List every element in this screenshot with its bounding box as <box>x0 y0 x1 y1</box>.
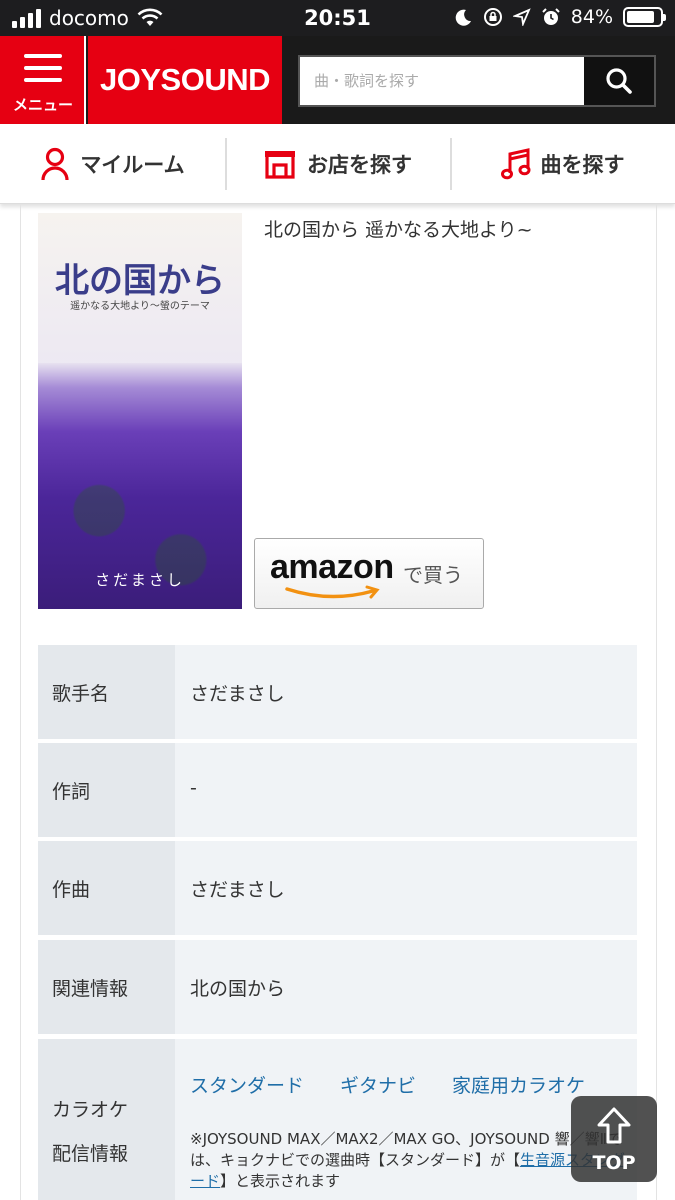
battery-icon <box>623 7 666 27</box>
store-icon <box>265 150 295 179</box>
karaoke-note-text-end: 】と表示されます <box>220 1172 341 1190</box>
karaoke-key-line2: 配信情報 <box>52 1143 129 1165</box>
menu-button[interactable]: メニュー <box>0 36 86 124</box>
info-row-related: 関連情報 北の国から <box>38 940 637 1034</box>
composer-key: 作曲 <box>52 879 91 901</box>
amazon-smile-icon <box>285 585 380 599</box>
person-icon <box>41 147 69 180</box>
music-note-icon <box>500 147 530 179</box>
karaoke-note: ※JOYSOUND MAX／MAX2／MAX GO、JOYSOUND 響／響Ⅱで… <box>190 1129 626 1192</box>
search-input[interactable] <box>300 57 586 105</box>
nav-myroom[interactable]: マイルーム <box>0 124 225 203</box>
main-nav: マイルーム お店を探す 曲を探す <box>0 124 675 204</box>
back-to-top-button[interactable]: TOP <box>571 1096 657 1182</box>
composer-value: さだまさし <box>190 879 285 901</box>
lyricist-key: 作詞 <box>52 781 91 803</box>
karaoke-key-line1: カラオケ <box>52 1099 129 1121</box>
status-bar: docomo 20:51 84% <box>0 0 675 36</box>
karaoke-link-guitanavi[interactable]: ギタナビ <box>340 1071 416 1098</box>
jacket-artist: さだまさし <box>95 571 185 589</box>
artist-link[interactable]: さだまさし <box>190 679 285 706</box>
karaoke-links: スタンダード ギタナビ 家庭用カラオケ <box>190 1071 585 1098</box>
amazon-logo: amazon <box>270 548 394 586</box>
search-box <box>298 55 656 107</box>
jacket-title: 北の国から <box>55 261 225 301</box>
nav-find-song[interactable]: 曲を探す <box>450 124 675 203</box>
amazon-buy-button[interactable]: amazon で買う <box>254 538 484 609</box>
rotation-lock-icon <box>483 8 502 26</box>
album-jacket-image: 北の国から 遥かなる大地より～螢のテーマ さだまさし <box>38 213 242 609</box>
artist-key: 歌手名 <box>52 683 110 705</box>
info-row-artist: 歌手名 さだまさし <box>38 645 637 739</box>
info-row-lyricist: 作詞 - <box>38 743 637 837</box>
related-link[interactable]: 北の国から <box>190 974 285 1001</box>
amazon-buy-label: で買う <box>403 563 463 587</box>
nav-find-store[interactable]: お店を探す <box>225 124 450 203</box>
song-title: 北の国から 遥かなる大地より~ <box>264 219 533 241</box>
moon-icon <box>455 9 471 26</box>
nav-find-store-label: お店を探す <box>307 152 412 177</box>
location-icon <box>512 8 531 26</box>
battery-percent: 84% <box>570 6 613 28</box>
search-icon <box>606 68 632 94</box>
lyricist-value: - <box>190 777 197 799</box>
joysound-logo[interactable]: JOYSOUND <box>88 36 282 124</box>
search-button[interactable] <box>584 57 654 105</box>
back-to-top-label: TOP <box>592 1152 636 1174</box>
alarm-icon <box>542 8 560 25</box>
info-row-composer: 作曲 さだまさし <box>38 841 637 935</box>
menu-label: メニュー <box>12 96 73 114</box>
site-header: メニュー JOYSOUND <box>0 36 675 124</box>
arrow-up-icon <box>597 1107 631 1144</box>
nav-myroom-label: マイルーム <box>80 152 185 177</box>
jacket-subtitle: 遥かなる大地より～螢のテーマ <box>70 301 210 312</box>
status-right: 84% <box>455 6 666 28</box>
karaoke-link-standard[interactable]: スタンダード <box>190 1071 304 1098</box>
hamburger-icon <box>24 54 62 90</box>
karaoke-link-home[interactable]: 家庭用カラオケ <box>452 1071 585 1098</box>
info-row-karaoke: カラオケ 配信情報 スタンダード ギタナビ 家庭用カラオケ ※JOYSOUND … <box>38 1039 637 1200</box>
nav-find-song-label: 曲を探す <box>540 152 625 177</box>
related-key: 関連情報 <box>52 978 129 1000</box>
